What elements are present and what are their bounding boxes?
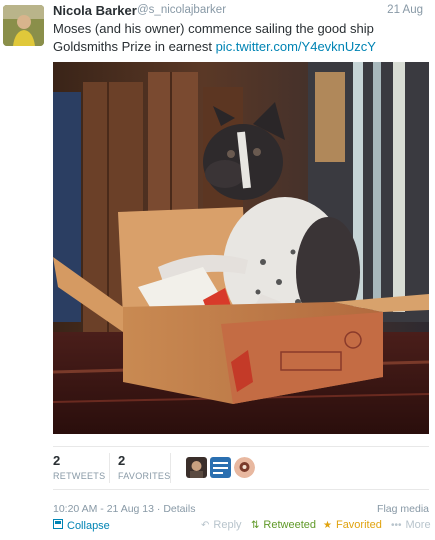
favoriter-avatar[interactable] [234,457,255,478]
retweets-label: RETWEETS [53,471,106,481]
user-name[interactable]: Nicola Barker [53,3,137,18]
more-label: More [405,519,431,531]
tweet-meta: 10:20 AM - 21 Aug 13 · Details [53,503,195,515]
tweet-timestamp: 10:20 AM - 21 Aug 13 [53,503,154,515]
retweet-button[interactable]: ⇅ Retweeted [251,519,316,531]
flag-media-link[interactable]: Flag media [377,503,429,515]
retweet-icon: ⇅ [251,519,260,531]
retweets-count: 2 [53,453,61,468]
tweet-photo[interactable] [53,62,429,434]
favorite-button[interactable]: ★ Favorited [323,519,382,531]
user-handle[interactable]: @s_nicolajbarker [137,4,226,16]
favorites-label: FAVORITES [118,471,171,481]
tweet-stats: 2 RETWEETS 2 FAVORITES [53,446,429,490]
favorites-count: 2 [118,453,126,468]
user-avatar[interactable] [3,5,44,46]
meta-separator: · [156,503,161,515]
favorite-label: Favorited [335,519,382,531]
more-icon: ••• [391,519,402,531]
tweet-actions: Collapse ↶ Reply ⇅ Retweeted ★ Favorited… [53,519,433,535]
collapse-label: Collapse [67,519,110,532]
star-icon: ★ [323,519,332,531]
tweet-text: Moses (and his owner) commence sailing t… [53,20,423,56]
details-link[interactable]: Details [163,503,195,515]
tweet-date[interactable]: 21 Aug [387,4,423,16]
reply-icon: ↶ [201,519,210,531]
retweet-label: Retweeted [263,519,316,531]
tweet: Nicola Barker @s_nicolajbarker 21 Aug Mo… [0,0,435,540]
favoriter-avatar[interactable] [210,457,231,478]
collapse-button[interactable]: Collapse [53,519,110,532]
retweets-stat[interactable]: 2 RETWEETS [53,453,105,481]
reply-label: Reply [213,519,242,531]
tweet-media-link[interactable]: pic.twitter.com/Y4evknUzcY [216,39,376,54]
favoriter-avatar[interactable] [186,457,207,478]
more-button[interactable]: ••• More [391,519,431,531]
collapse-icon [53,519,63,532]
stats-divider [109,453,110,483]
stats-divider [170,453,171,483]
favorites-stat[interactable]: 2 FAVORITES [118,453,171,481]
reply-button[interactable]: ↶ Reply [201,519,242,531]
